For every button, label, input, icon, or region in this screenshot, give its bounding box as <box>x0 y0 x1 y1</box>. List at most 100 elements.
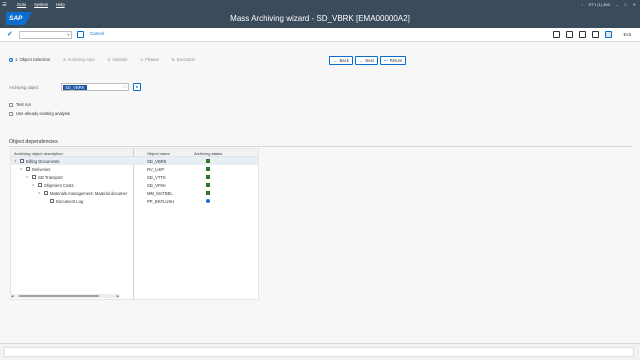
object-details-button[interactable]: ● <box>133 83 141 91</box>
edit-icon[interactable] <box>592 31 599 38</box>
save-icon[interactable] <box>77 31 84 38</box>
row-description: Shipment Costs <box>44 182 74 188</box>
status-green-icon <box>206 183 210 187</box>
tree-row[interactable]: ∨ SD Transport SD_VTTK <box>11 173 258 181</box>
wizard-nav: ← Back → Next ↩ Return <box>329 56 407 65</box>
tree-row[interactable]: ∨ Shipment Costs SD_VFKK <box>11 181 258 189</box>
step-object-selection[interactable]: 1. Object Selection <box>9 57 50 62</box>
checkbox-label: Use already existing analysis <box>16 111 70 116</box>
chevron-right-icon[interactable]: › <box>582 2 583 7</box>
col-header-status[interactable]: Archiving status <box>194 151 222 156</box>
status-green-icon <box>206 167 210 171</box>
menu-help[interactable]: Help <box>56 2 65 7</box>
row-object-name: SD_VFKK <box>147 182 167 188</box>
status-green-icon <box>206 191 210 195</box>
section-divider <box>9 146 632 147</box>
collapse-icon[interactable]: ∨ <box>14 159 18 163</box>
return-button[interactable]: ↩ Return <box>379 56 407 65</box>
step-label: 3. Variants <box>107 57 128 62</box>
link-icon[interactable] <box>579 31 586 38</box>
row-description: Billing Documents <box>26 158 60 164</box>
folder-icon <box>32 175 36 179</box>
next-label: Next <box>365 58 374 63</box>
horizontal-scrollbar[interactable]: ◀ ▶ <box>10 294 120 298</box>
col-header-description[interactable]: Archiving object description <box>14 151 63 156</box>
settings-icon[interactable] <box>605 31 612 38</box>
row-object-name: MM_MATBEL <box>147 190 173 196</box>
collapse-icon[interactable]: ∨ <box>38 191 42 195</box>
command-field[interactable]: ∨ <box>19 31 72 39</box>
tree-row[interactable]: ∨ Materials management: Material documer … <box>11 189 258 197</box>
step-variants[interactable]: 3. Variants <box>108 57 128 62</box>
collapse-icon[interactable]: ∨ <box>26 175 30 179</box>
checkbox-box[interactable] <box>9 102 13 107</box>
status-bar <box>0 343 640 360</box>
col-header-object-name[interactable]: Object name <box>147 151 170 156</box>
step-archiving-area[interactable]: 2. Archiving Area <box>63 57 94 62</box>
close-icon[interactable]: ✕ <box>633 2 636 7</box>
enter-check-icon[interactable]: ✓ <box>7 30 13 38</box>
scrollbar-thumb[interactable] <box>19 295 99 297</box>
step-label: 4. Phases <box>140 57 159 62</box>
checkbox-label: Test run <box>16 102 31 107</box>
system-status[interactable]: ET1 (1) 800 <box>589 2 610 7</box>
menubar-right: › ET1 (1) 800 – □ ✕ <box>582 0 636 9</box>
layout-icon[interactable] <box>553 31 560 38</box>
folder-icon <box>20 159 24 163</box>
current-step-icon <box>9 57 13 62</box>
row-object-name: SD_VBRK <box>147 158 167 164</box>
menu-bar: ☰ Goto System Help › ET1 (1) 800 – □ ✕ <box>0 0 640 9</box>
cancel-button[interactable]: Cancel <box>90 31 104 36</box>
next-button[interactable]: → Next <box>354 56 378 65</box>
row-object-name: RV_LIKP <box>147 166 165 172</box>
menu-icon[interactable]: ☰ <box>0 0 9 9</box>
scroll-right-icon[interactable]: ▶ <box>117 294 119 298</box>
value-help-icon[interactable]: □ <box>122 84 128 90</box>
folder-icon <box>44 191 48 195</box>
title-bar: SAP Mass Archiving wizard - SD_VBRK [EMA… <box>0 9 640 28</box>
collapse-icon[interactable]: ∨ <box>32 183 36 187</box>
folder-icon <box>26 167 30 171</box>
minimize-icon[interactable]: – <box>616 2 618 7</box>
archiving-object-input[interactable]: SD_VBRK □ <box>61 83 129 91</box>
wizard-roadmap: 1. Object Selection 2. Archiving Area 3.… <box>9 57 208 62</box>
step-label: 1. Object Selection <box>15 57 51 62</box>
chevron-down-icon[interactable]: ∨ <box>67 32 70 37</box>
collapse-icon[interactable]: ∨ <box>20 167 24 171</box>
toolbar-right-icons <box>553 31 612 38</box>
return-icon: ↩ <box>383 57 388 63</box>
scroll-left-icon[interactable]: ◀ <box>11 294 13 298</box>
tree-row[interactable]: ∨ Billing Documents SD_VBRK <box>11 157 258 165</box>
archiving-object-value: SD_VBRK <box>63 85 87 90</box>
print-icon[interactable] <box>566 31 573 38</box>
menu-goto[interactable]: Goto <box>17 2 26 7</box>
row-object-name: SD_VTTK <box>147 174 166 180</box>
step-label: 2. Archiving Area <box>63 57 95 62</box>
exit-button[interactable]: Exit <box>623 32 631 37</box>
return-label: Return <box>389 58 403 63</box>
archiving-object-label: Archiving object <box>9 85 39 90</box>
step-execution[interactable]: 5. Execution <box>172 57 195 62</box>
row-object-name: PP_BKFLUSH <box>147 198 175 204</box>
back-button[interactable]: ← Back <box>329 56 353 65</box>
arrow-right-icon: → <box>358 58 364 63</box>
document-icon <box>50 199 54 203</box>
use-existing-analysis-checkbox[interactable]: Use already existing analysis <box>9 111 70 116</box>
arrow-left-icon: ← <box>333 58 338 63</box>
row-description: Materials management: Material documer <box>50 190 128 196</box>
tree-row[interactable]: Document Log PP_BKFLUSH <box>11 197 258 205</box>
checkbox-box[interactable] <box>9 111 13 116</box>
step-label: 5. Execution <box>171 57 195 62</box>
test-run-checkbox[interactable]: Test run <box>9 102 31 107</box>
dependency-tree: Archiving object description Object name… <box>10 148 259 300</box>
application-toolbar: ✓ ∨ Cancel Exit <box>0 28 640 42</box>
tree-row[interactable]: ∨ Deliveries RV_LIKP <box>11 165 258 173</box>
status-green-icon <box>206 175 210 179</box>
folder-icon <box>38 183 42 187</box>
row-description: Document Log <box>56 198 84 204</box>
step-phases[interactable]: 4. Phases <box>140 57 159 62</box>
maximize-icon[interactable]: □ <box>624 2 626 7</box>
status-green-icon <box>206 159 210 163</box>
menu-system[interactable]: System <box>34 2 48 7</box>
row-description: Deliveries <box>32 166 51 172</box>
